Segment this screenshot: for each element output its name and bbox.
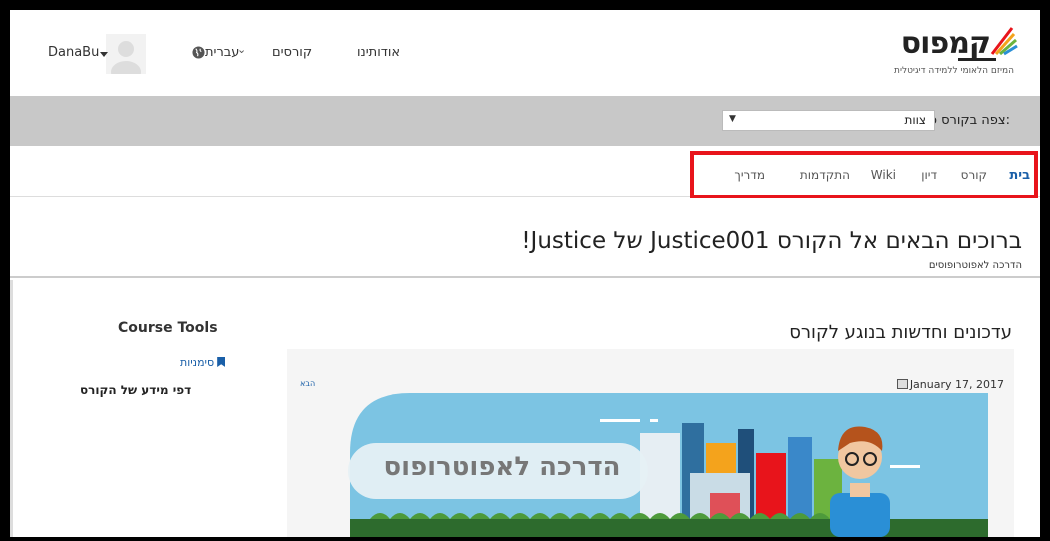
browser-viewport: קמפוס המיזם הלאומי ללמידה דיגיטלית אודות… [10,10,1040,537]
bookmark-icon [217,357,226,367]
globe-icon[interactable] [192,46,205,59]
update-date-text: January 17, 2017 [909,378,1004,391]
banner-dash [600,419,640,422]
chevron-down-icon[interactable]: ⌄ [237,43,246,56]
banner-dash [890,465,920,468]
caret-down-icon: ▼ [729,114,736,124]
banner-dash [650,419,658,422]
logo-mark-icon[interactable] [986,24,1018,60]
calendar-icon [896,379,908,389]
logo-subtitle: המיזם הלאומי ללמידה דיגיטלית [894,66,1014,76]
logo-underline [958,58,996,61]
tab-home[interactable]: בית [1009,168,1030,183]
bookmarks-label: סימניות [180,356,215,369]
updates-title: עדכונים וחדשות בנוגע לקורס [789,322,1012,343]
course-info-pages-link[interactable]: דפי מידע של הקורס [80,383,191,397]
tab-discussion[interactable]: דיון [921,168,937,182]
nav-about-link[interactable]: אודותינו [357,45,400,60]
nav-courses-link[interactable]: קורסים [272,45,312,60]
banner-ground [350,519,988,537]
username-label[interactable]: DanaBu [48,45,99,60]
next-update-link[interactable]: הבא [300,379,315,388]
view-as-select[interactable]: צוות ▼ [722,110,935,131]
bookmarks-link[interactable]: סימניות [180,356,226,369]
caret-down-icon[interactable] [100,52,108,57]
page-title: ברוכים הבאים אל הקורס Justice001 של Just… [521,228,1022,254]
tab-course[interactable]: קורס [961,168,987,182]
page-subtitle: הדרכה לאפוטרופוסים [928,260,1022,271]
user-avatar-icon [111,41,141,83]
logo-text[interactable]: קמפוס [901,26,991,61]
site-header [10,10,1040,96]
avatar[interactable] [106,34,146,83]
view-as-select-value: צוות [904,113,926,127]
tab-progress[interactable]: התקדמות [800,168,850,182]
update-date: January 17, 2017 [896,378,1004,391]
view-as-label: צפה בקורס כ: [930,113,1010,128]
language-selector[interactable]: עברית [205,45,239,60]
tab-wiki[interactable]: Wiki [871,168,896,182]
tab-guide[interactable]: מדריך [734,168,765,182]
banner-title: הדרכה לאפוטרופוס [383,452,621,482]
course-tools-title: Course Tools [118,320,218,336]
